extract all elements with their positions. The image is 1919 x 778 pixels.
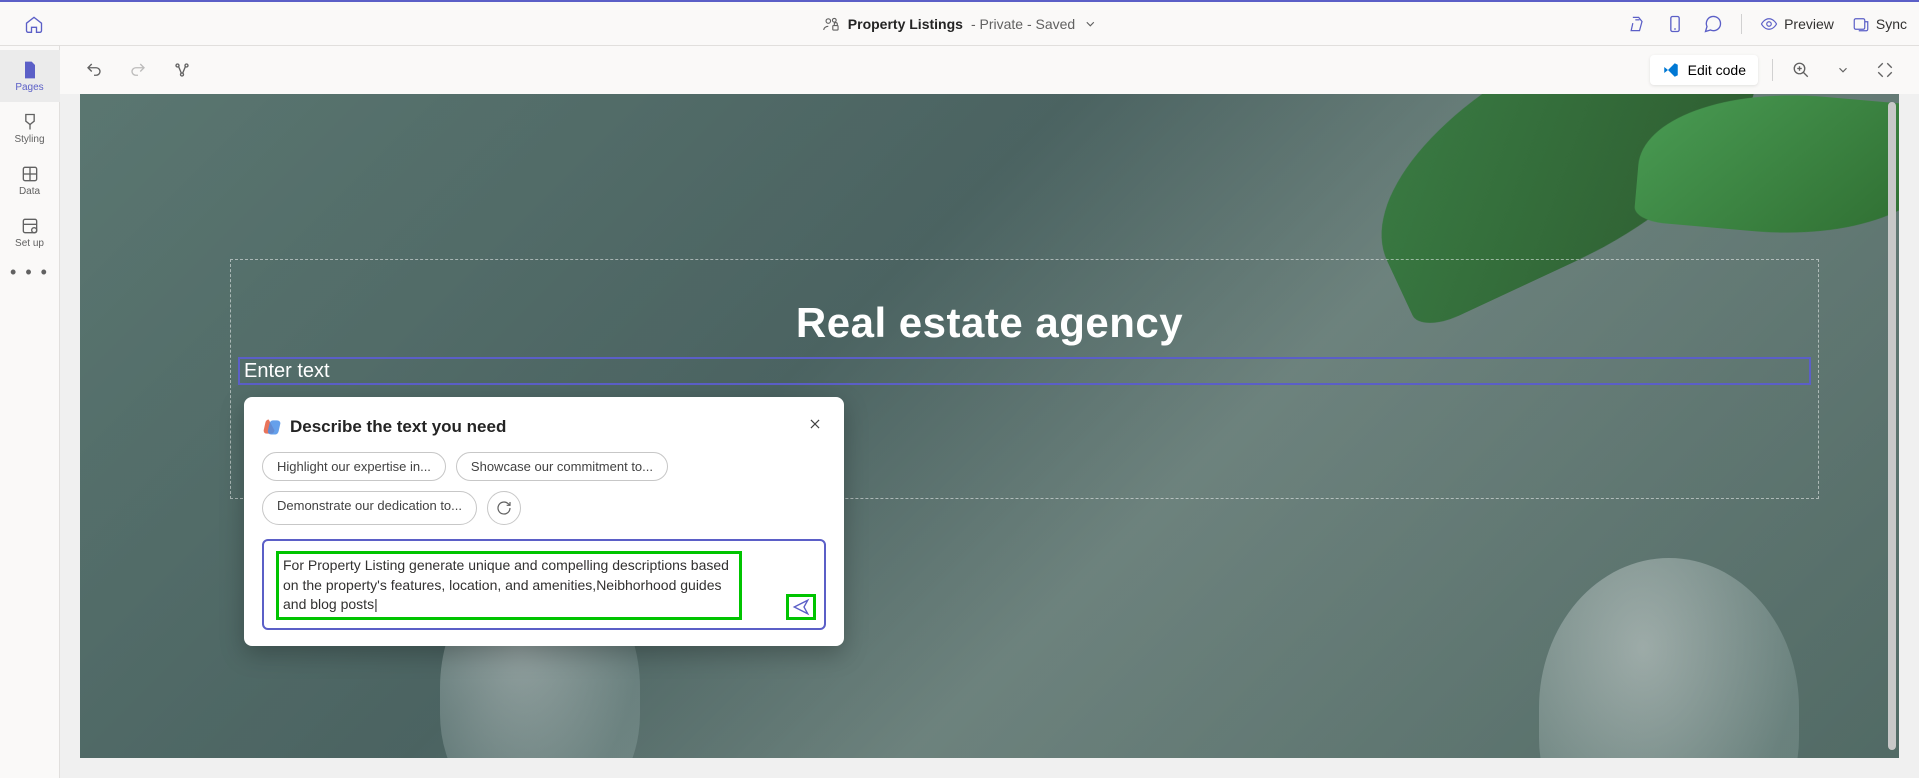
copilot-popup: Describe the text you need Highlight our… [244, 397, 844, 646]
rail-item-setup[interactable]: Set up [0, 206, 60, 258]
chevron-down-icon[interactable] [1083, 17, 1097, 31]
suggestion-chips: Highlight our expertise in... Showcase o… [262, 452, 826, 525]
magnify-plus-icon [1792, 61, 1810, 79]
rail-item-data[interactable]: Data [0, 154, 60, 206]
document-title-area[interactable]: Property Listings - Private - Saved [822, 15, 1097, 33]
refresh-suggestions-button[interactable] [487, 491, 521, 525]
left-rail: Pages Styling Data Set up • • • [0, 46, 60, 778]
vscode-icon [1662, 61, 1680, 79]
table-icon [20, 164, 40, 184]
undo-button[interactable] [80, 56, 108, 84]
document-status: - Private - Saved [971, 16, 1075, 32]
edit-code-button[interactable]: Edit code [1650, 55, 1758, 85]
sync-icon [1852, 15, 1870, 33]
gear-grid-icon [20, 216, 40, 236]
sync-label: Sync [1876, 16, 1907, 32]
document-title: Property Listings [848, 16, 963, 32]
close-icon [808, 417, 822, 431]
eye-icon [1760, 15, 1778, 33]
bg-glass-decoration [1539, 558, 1799, 758]
suggestion-chip[interactable]: Demonstrate our dedication to... [262, 491, 477, 525]
home-icon[interactable] [24, 14, 44, 34]
send-button[interactable] [786, 594, 816, 620]
suggestion-chip[interactable]: Showcase our commitment to... [456, 452, 668, 481]
rail-label-setup: Set up [15, 238, 44, 249]
toolbar-separator [1772, 59, 1773, 81]
sync-button[interactable]: Sync [1852, 15, 1907, 33]
rail-more-button[interactable]: • • • [10, 262, 49, 283]
suggestion-chip[interactable]: Highlight our expertise in... [262, 452, 446, 481]
nodes-button[interactable] [168, 56, 196, 84]
app-header: Property Listings - Private - Saved Prev… [0, 2, 1919, 46]
redo-button[interactable] [124, 56, 152, 84]
copilot-logo-icon [262, 417, 282, 437]
canvas-wrapper: Real estate agency Enter text Describe t… [60, 94, 1919, 778]
prompt-text[interactable]: For Property Listing generate unique and… [283, 556, 735, 615]
fit-icon [1876, 61, 1894, 79]
people-lock-icon [822, 15, 840, 33]
page-icon [20, 60, 40, 80]
redo-icon [129, 61, 147, 79]
rail-label-pages: Pages [15, 82, 43, 93]
refresh-icon [496, 500, 512, 516]
page-canvas[interactable]: Real estate agency Enter text Describe t… [80, 94, 1899, 758]
close-button[interactable] [804, 415, 826, 438]
preview-label: Preview [1784, 16, 1834, 32]
feedback-icon[interactable] [1703, 14, 1723, 34]
header-separator [1741, 14, 1742, 34]
preview-button[interactable]: Preview [1760, 15, 1834, 33]
main-area: Edit code Real e [60, 46, 1919, 778]
nodes-icon [173, 61, 191, 79]
hero-title[interactable]: Real estate agency [796, 299, 1183, 347]
zoom-dropdown[interactable] [1829, 56, 1857, 84]
rail-label-styling: Styling [14, 134, 44, 145]
rail-item-pages[interactable]: Pages [0, 50, 60, 102]
popup-title-text: Describe the text you need [290, 417, 506, 437]
text-placeholder-slot[interactable]: Enter text [238, 357, 1811, 385]
prompt-input-box[interactable]: For Property Listing generate unique and… [262, 539, 826, 630]
rail-label-data: Data [19, 186, 40, 197]
zoom-button[interactable] [1787, 56, 1815, 84]
prompt-highlight-box: For Property Listing generate unique and… [276, 551, 742, 620]
canvas-toolbar: Edit code [60, 46, 1919, 94]
rail-item-styling[interactable]: Styling [0, 102, 60, 154]
edit-code-label: Edit code [1688, 62, 1746, 78]
text-placeholder-label: Enter text [244, 360, 330, 383]
fit-screen-button[interactable] [1871, 56, 1899, 84]
device-icon[interactable] [1665, 14, 1685, 34]
copilot-header-icon[interactable] [1627, 14, 1647, 34]
canvas-scrollbar[interactable] [1888, 102, 1896, 750]
popup-title-row: Describe the text you need [262, 417, 506, 437]
undo-icon [85, 61, 103, 79]
brush-icon [20, 112, 40, 132]
chevron-down-icon [1836, 63, 1850, 77]
send-icon [792, 598, 810, 616]
